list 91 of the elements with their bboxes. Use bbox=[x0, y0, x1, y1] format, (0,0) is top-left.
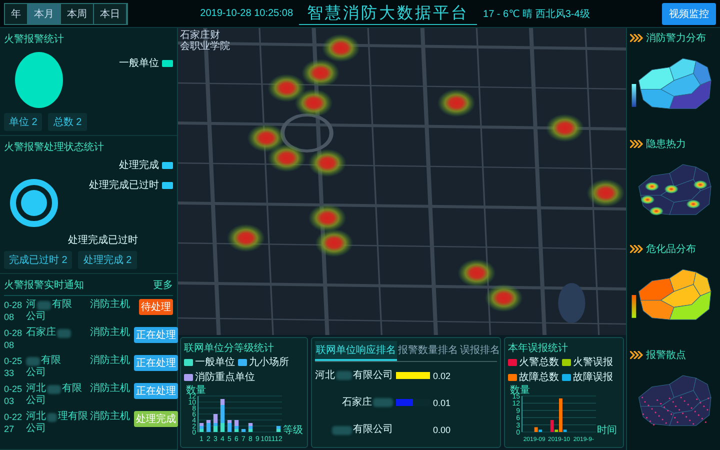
alarm-date: 0-25 bbox=[4, 383, 24, 395]
panel-title: 隐患热力 bbox=[646, 138, 686, 150]
period-tab[interactable]: 本周 bbox=[61, 4, 94, 24]
company-name: 河北 bbox=[26, 411, 46, 423]
company-name: 石家庄 bbox=[26, 327, 56, 339]
company-name: 公司 bbox=[26, 311, 47, 323]
company-name: 有限公司 bbox=[353, 424, 393, 436]
redaction-mask bbox=[26, 356, 40, 366]
legend-label: 九小场所 bbox=[249, 356, 289, 369]
chevrons-icon bbox=[630, 350, 644, 358]
device-type: 消防主机 bbox=[90, 411, 131, 423]
ranking-tab[interactable]: 报警数量排名 bbox=[397, 341, 459, 361]
alarm-time: 08 bbox=[4, 311, 16, 323]
panel-title: 报警散点 bbox=[646, 348, 686, 362]
device-type: 消防主机 bbox=[90, 327, 131, 339]
status-badge: 正在处理 bbox=[134, 355, 178, 371]
alarm-time: 03 bbox=[4, 395, 16, 407]
ranking-tab[interactable]: 误报排名 bbox=[459, 341, 500, 361]
period-tab[interactable]: 本日 bbox=[94, 4, 127, 24]
weather-text: 17 - 6℃ 晴 西北风3-4级 bbox=[483, 8, 590, 20]
axis-title: 时间 bbox=[597, 425, 617, 436]
axis-title: 数量 bbox=[510, 385, 530, 396]
panel-title: 火警报警处理状态统计 bbox=[4, 140, 105, 154]
stat-value: 总数 2 bbox=[48, 113, 87, 131]
legend-label: 消防重点单位 bbox=[195, 370, 255, 384]
panel-title: 火警报警统计 bbox=[4, 32, 65, 46]
alarm-date: 0-28 bbox=[4, 299, 24, 311]
legend-label: 故障总数 bbox=[519, 370, 559, 384]
device-type: 消防主机 bbox=[90, 355, 131, 367]
alarm-time: 33 bbox=[4, 367, 16, 379]
company-name: 理有限 bbox=[58, 411, 88, 423]
alarm-time: 27 bbox=[4, 423, 16, 435]
device-type: 消防主机 bbox=[90, 383, 131, 395]
alarm-date: 0-28 bbox=[4, 327, 24, 339]
rank-value: 0.01 bbox=[433, 398, 451, 408]
redaction-mask bbox=[47, 412, 57, 422]
redaction-mask bbox=[37, 300, 51, 310]
company-name: 公司 bbox=[26, 367, 47, 379]
legend-label: 一般单位 bbox=[119, 56, 159, 70]
rank-value: 0.02 bbox=[433, 370, 451, 381]
status-badge: 处理完成 bbox=[134, 411, 178, 427]
redaction-mask bbox=[336, 371, 352, 380]
period-tab[interactable]: 年 bbox=[5, 4, 28, 24]
stat-value: 完成已过时 2 bbox=[4, 251, 72, 269]
redaction-mask bbox=[57, 328, 71, 338]
panel-title: 消防警力分布 bbox=[646, 32, 706, 45]
chart-bar bbox=[241, 429, 246, 432]
map-label: 石家庄财 会职业学院 bbox=[180, 30, 230, 52]
ranking-tab[interactable]: 联网单位响应排名 bbox=[315, 341, 397, 361]
rank-value: 0.00 bbox=[433, 425, 451, 436]
company-name: 公司 bbox=[26, 423, 47, 435]
stat-value: 处理完成 2 bbox=[78, 251, 137, 269]
company-name: 有限 bbox=[62, 383, 82, 395]
redaction-mask bbox=[47, 384, 61, 394]
chevrons-icon bbox=[630, 34, 644, 42]
company-name: 河北 bbox=[26, 383, 46, 395]
company-name: 有限公司 bbox=[353, 370, 393, 382]
panel-title: 联网单位分等级统计 bbox=[184, 342, 275, 355]
status-badge: 待处理 bbox=[139, 299, 173, 315]
status-badge: 正在处理 bbox=[134, 327, 178, 343]
company-name: 公司 bbox=[26, 395, 47, 407]
page-title: 智慧消防大数据平台 bbox=[299, 2, 478, 24]
status-badge: 正在处理 bbox=[134, 383, 178, 399]
alarm-date: 0-25 bbox=[4, 355, 24, 367]
legend-label: 故障误报 bbox=[573, 370, 613, 384]
chevrons-icon bbox=[630, 245, 644, 253]
legend-label: 一般单位 bbox=[195, 356, 235, 369]
device-type: 消防主机 bbox=[90, 299, 131, 311]
redaction-mask bbox=[332, 426, 352, 435]
company-name: 河北 bbox=[315, 370, 335, 382]
axis-title: 等级 bbox=[283, 425, 303, 436]
date-time: 2019-10-28 10:25:08 bbox=[200, 8, 294, 19]
chevrons-icon bbox=[630, 140, 644, 148]
stat-value: 单位 2 bbox=[4, 113, 42, 131]
company-name: 有限 bbox=[41, 355, 61, 367]
alarm-time: 08 bbox=[4, 339, 16, 351]
company-name: 河 bbox=[26, 299, 36, 311]
callout-label: 处理完成已过时 bbox=[68, 234, 139, 247]
company-name: 石家庄 bbox=[342, 396, 372, 409]
panel-title: 火警报警实时通知 bbox=[4, 278, 84, 292]
legend-label: 处理完成 bbox=[119, 158, 159, 172]
period-tab[interactable]: 本月 bbox=[28, 4, 61, 24]
legend-label: 火警误报 bbox=[573, 356, 613, 369]
panel-title: 危化品分布 bbox=[646, 243, 696, 256]
panel-title: 本年误报统计 bbox=[508, 342, 569, 355]
company-name: 有限 bbox=[52, 299, 72, 311]
redaction-mask bbox=[373, 398, 393, 408]
more-link[interactable]: 更多 bbox=[153, 278, 173, 292]
legend-label: 火警总数 bbox=[519, 356, 559, 369]
alarm-date: 0-22 bbox=[4, 411, 24, 423]
legend-label: 处理完成已过时 bbox=[89, 178, 159, 192]
